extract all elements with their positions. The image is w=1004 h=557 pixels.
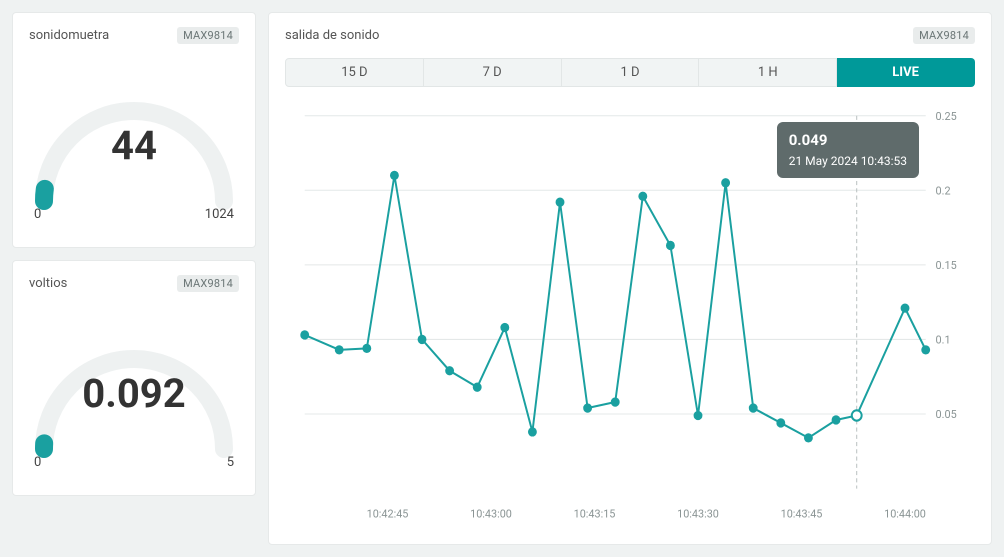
gauge-max: 5 [227, 455, 234, 470]
range-tab-15d[interactable]: 15 D [285, 58, 424, 87]
range-tab-1h[interactable]: 1 H [699, 58, 837, 87]
gauge-card-sonidomuetra: sonidomuetra MAX9814 44 0 1024 [12, 12, 256, 248]
gauge-badge: MAX9814 [177, 275, 239, 292]
range-tab-1d[interactable]: 1 D [562, 58, 700, 87]
range-tab-live[interactable]: LIVE [837, 58, 975, 87]
svg-text:10:42:45: 10:42:45 [367, 507, 409, 520]
chart-badge: MAX9814 [913, 27, 975, 44]
gauge-max: 1024 [205, 207, 234, 222]
svg-text:0.05: 0.05 [936, 408, 957, 421]
chart-card: salida de sonido MAX9814 15 D7 D1 D1 HLI… [268, 12, 992, 545]
gauge-title: voltios [29, 276, 67, 291]
svg-text:10:43:00: 10:43:00 [470, 507, 512, 520]
svg-text:0.2: 0.2 [936, 184, 951, 197]
gauge-min: 0 [34, 207, 41, 222]
range-tabs: 15 D7 D1 D1 HLIVE [285, 58, 975, 87]
svg-text:10:43:30: 10:43:30 [677, 507, 719, 520]
range-tab-7d[interactable]: 7 D [424, 58, 562, 87]
gauge-title: sonidomuetra [29, 28, 109, 43]
svg-text:10:44:00: 10:44:00 [884, 507, 926, 520]
svg-text:0.1: 0.1 [936, 333, 951, 346]
gauge-badge: MAX9814 [177, 27, 239, 44]
gauge-card-voltios: voltios MAX9814 0.092 0 5 [12, 260, 256, 496]
gauge-min: 0 [34, 455, 41, 470]
gauge-value: 44 [29, 122, 239, 169]
gauge-value: 0.092 [29, 370, 239, 417]
chart-plot[interactable]: 0.05 0.1 0.15 0.2 0.25 10:42:45 10:43:00 10:43:… [285, 95, 975, 530]
svg-text:10:43:45: 10:43:45 [781, 507, 823, 520]
svg-text:10:43:15: 10:43:15 [574, 507, 616, 520]
svg-text:0.15: 0.15 [936, 259, 957, 272]
chart-title: salida de sonido [285, 28, 379, 43]
svg-text:0.25: 0.25 [936, 110, 957, 123]
